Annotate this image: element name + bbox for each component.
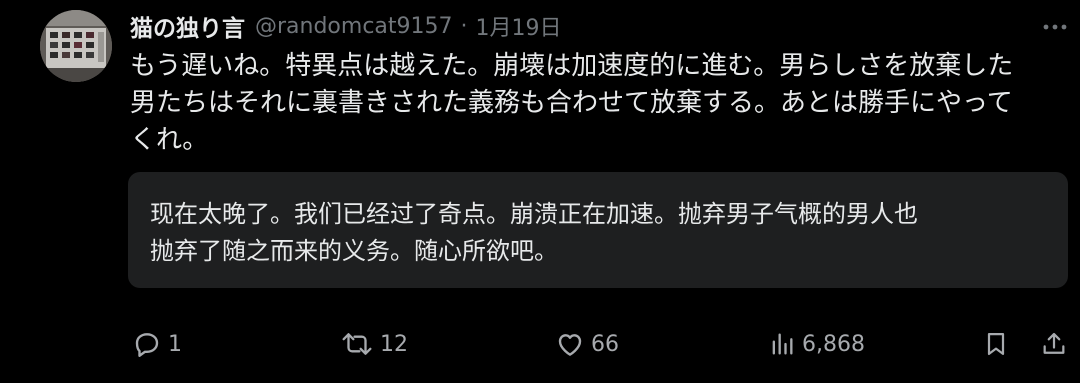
share-button[interactable] xyxy=(1040,324,1068,364)
avatar[interactable] xyxy=(40,10,112,82)
separator-dot: · xyxy=(460,13,468,39)
tweet-text-line: くれ。 xyxy=(130,125,209,155)
action-bar: 1 12 66 6,868 xyxy=(0,324,1080,364)
more-horizontal-icon xyxy=(1042,23,1068,31)
tweet-date[interactable]: 1月19日 xyxy=(476,10,562,42)
heart-icon xyxy=(555,329,585,359)
tweet: 猫の独り言 @randomcat9157 · 1月19日 もう遅いね。特異点は越… xyxy=(0,0,1080,383)
more-button[interactable] xyxy=(1042,14,1068,40)
tweet-text-line: もう遅いね。特異点は越えた。崩壊は加速度的に進む。男らしさを放棄した xyxy=(130,51,1014,81)
translation-box: 现在太晚了。我们已经过了奇点。崩溃正在加速。抛弃男子气概的男人也 抛弃了随之而来… xyxy=(128,172,1068,288)
reply-bubble-icon xyxy=(132,329,162,359)
avatar-image xyxy=(40,10,112,82)
reply-count: 1 xyxy=(168,331,182,357)
bookmark-button[interactable] xyxy=(982,324,1010,364)
user-handle[interactable]: @randomcat9157 xyxy=(255,14,453,39)
translation-line: 现在太晚了。我们已经过了奇点。崩溃正在加速。抛弃男子气概的男人也 xyxy=(150,200,918,228)
views-count: 6,868 xyxy=(802,331,865,357)
translation-line: 抛弃了随之而来的义务。随心所欲吧。 xyxy=(150,237,558,265)
views-button[interactable]: 6,868 xyxy=(768,324,865,364)
tweet-text: もう遅いね。特異点は越えた。崩壊は加速度的に進む。男らしさを放棄した 男たちはそ… xyxy=(130,48,1070,159)
tweet-header: 猫の独り言 @randomcat9157 · 1月19日 xyxy=(130,8,562,44)
display-name[interactable]: 猫の独り言 xyxy=(130,9,245,43)
retweet-count: 12 xyxy=(380,331,408,357)
bookmark-icon xyxy=(982,329,1010,359)
tweet-text-line: 男たちはそれに裏書きされた義務も合わせて放棄する。あとは勝手にやって xyxy=(130,88,1013,118)
share-upload-icon xyxy=(1040,329,1068,359)
like-button[interactable]: 66 xyxy=(555,324,619,364)
views-bar-chart-icon xyxy=(768,329,796,359)
retweet-button[interactable]: 12 xyxy=(340,324,408,364)
translation-text: 现在太晚了。我们已经过了奇点。崩溃正在加速。抛弃男子气概的男人也 抛弃了随之而来… xyxy=(150,196,1046,270)
retweet-icon xyxy=(340,329,374,359)
reply-button[interactable]: 1 xyxy=(132,324,182,364)
like-count: 66 xyxy=(591,331,619,357)
